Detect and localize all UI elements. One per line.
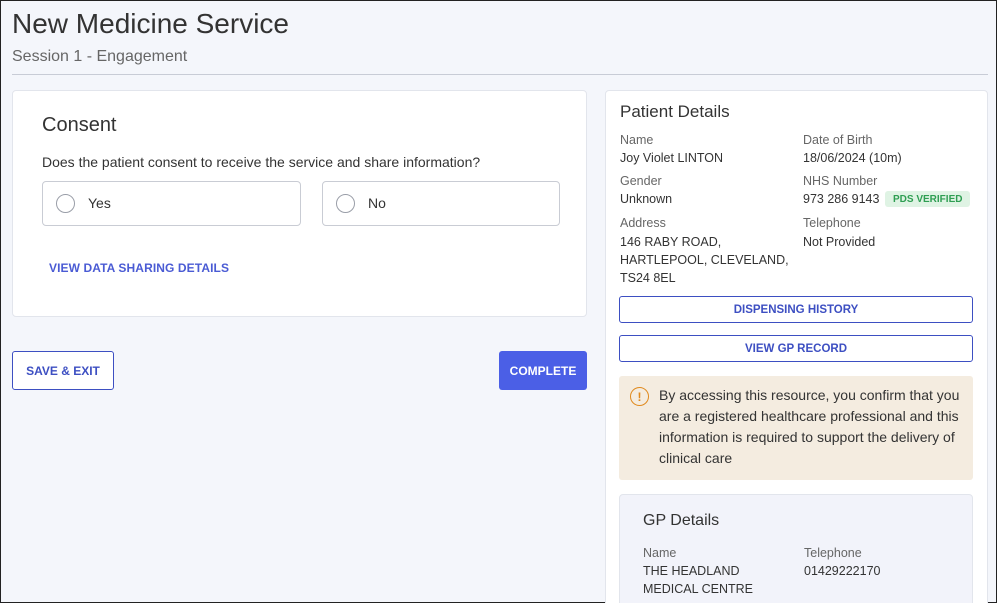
dob-label: Date of Birth <box>803 133 873 147</box>
gp-telephone-value: 01429222170 <box>804 564 881 578</box>
consent-question: Does the patient consent to receive the … <box>42 154 481 170</box>
address-line-3: TS24 8EL <box>620 271 676 285</box>
address-label: Address <box>620 216 666 230</box>
gp-telephone-label: Telephone <box>804 546 862 560</box>
warning-text: By accessing this resource, you confirm … <box>659 387 960 466</box>
radio-yes-icon[interactable] <box>56 194 75 213</box>
warning-icon: ! <box>630 387 649 406</box>
save-exit-button[interactable]: SAVE & EXIT <box>12 351 114 390</box>
patient-details-title: Patient Details <box>620 102 730 121</box>
patient-name-label: Name <box>620 133 654 147</box>
access-warning: ! By accessing this resource, you confir… <box>619 376 973 480</box>
dispensing-history-button[interactable]: DISPENSING HISTORY <box>619 296 973 323</box>
pds-verified-badge: PDS VERIFIED <box>885 191 971 207</box>
patient-details-card: Patient Details Name Joy Violet LINTON D… <box>605 90 988 603</box>
nhs-number-value: 973 286 9143 <box>803 192 880 206</box>
patient-name: Joy Violet LINTON <box>620 151 724 165</box>
gender-label: Gender <box>620 174 662 188</box>
radio-no-icon[interactable] <box>336 194 355 213</box>
view-gp-record-button[interactable]: VIEW GP RECORD <box>619 335 973 362</box>
address-line-2: HARTLEPOOL, CLEVELAND, <box>620 253 789 267</box>
telephone-label: Telephone <box>803 216 861 230</box>
consent-yes-option[interactable]: Yes <box>42 181 301 226</box>
gp-name-line-2: MEDICAL CENTRE <box>643 582 753 596</box>
radio-yes-label: Yes <box>88 195 111 211</box>
gp-name-label: Name <box>643 546 677 560</box>
dob-value: 18/06/2024 (10m) <box>803 151 902 165</box>
consent-title: Consent <box>42 114 117 136</box>
gp-name-line-1: THE HEADLAND <box>643 564 740 578</box>
nhs-number-label: NHS Number <box>803 174 878 188</box>
consent-no-option[interactable]: No <box>322 181 560 226</box>
consent-card: Consent Does the patient consent to rece… <box>12 90 587 317</box>
complete-button[interactable]: COMPLETE <box>499 351 587 390</box>
radio-no-label: No <box>368 195 386 211</box>
header-divider <box>12 74 988 75</box>
page-subtitle: Session 1 - Engagement <box>12 48 188 65</box>
gp-details-title: GP Details <box>643 512 720 529</box>
gender-value: Unknown <box>620 192 673 206</box>
page-title: New Medicine Service <box>12 8 289 39</box>
telephone-value: Not Provided <box>803 235 876 249</box>
address-line-1: 146 RABY ROAD, <box>620 235 722 249</box>
gp-details-card: GP Details Name THE HEADLAND MEDICAL CEN… <box>619 494 973 603</box>
view-data-sharing-link[interactable]: VIEW DATA SHARING DETAILS <box>49 261 229 275</box>
